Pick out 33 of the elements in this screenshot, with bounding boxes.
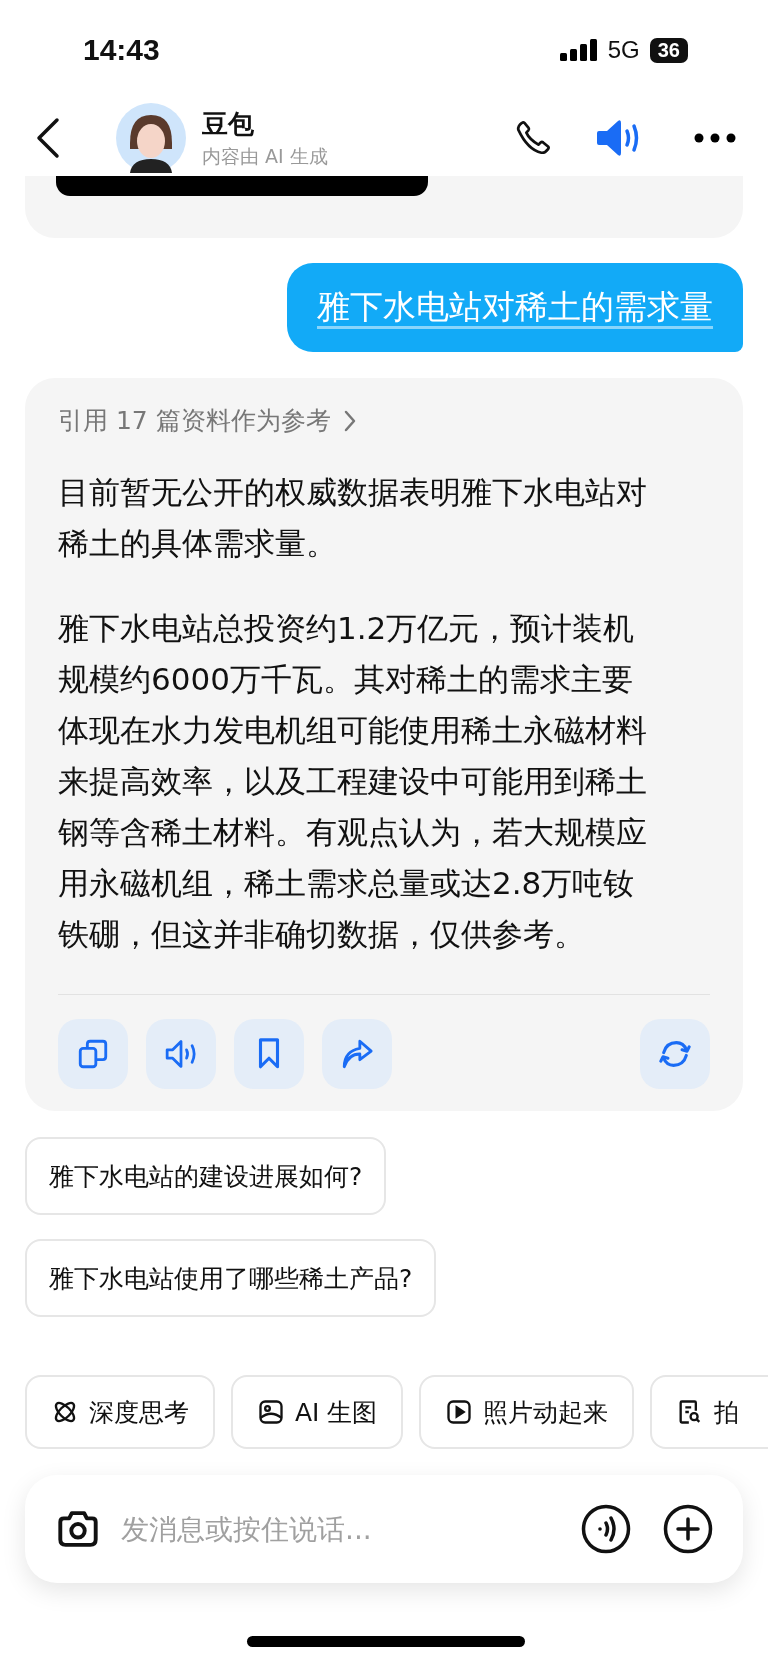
copy-button[interactable] [58, 1019, 128, 1089]
answer-paragraph: 雅下水电站总投资约1.2万亿元，预计装机规模约6000万千瓦。其对稀土的需求主要体现在水力发电机组可能使用稀土永磁材料来提高效率，以及工程建设中可能用到稀土钢等含稀土材料。有观点认为，若大规模应用永磁机组，稀土需求总量或达2.8万吨钕铁硼，但这并非确切数据，仅供参考。 [58, 609, 648, 954]
add-icon[interactable] [663, 1504, 713, 1554]
chat-title: 豆包 [202, 107, 255, 141]
battery-indicator: 36 [649, 37, 688, 63]
chat-subtitle: 内容由 AI 生成 [202, 143, 329, 169]
copy-icon [76, 1037, 110, 1071]
voice-icon[interactable] [581, 1504, 631, 1554]
message-field[interactable]: 发消息或按住说话... [119, 1511, 563, 1547]
status-time: 14:43 [83, 33, 160, 67]
chevron-right-icon [342, 408, 357, 433]
suggestion-chip[interactable]: 雅下水电站使用了哪些稀土产品? [25, 1239, 437, 1317]
phone-icon[interactable] [514, 119, 552, 157]
user-message: 雅下水电站对稀土的需求量 [287, 263, 743, 352]
camera-icon[interactable] [55, 1509, 101, 1549]
signal-icon [559, 39, 598, 61]
back-icon[interactable] [36, 117, 60, 159]
feature-chip[interactable]: 深度思考 [25, 1375, 215, 1449]
image-icon [257, 1398, 285, 1426]
feature-chip[interactable]: 拍 [650, 1375, 768, 1449]
play-icon [445, 1398, 474, 1426]
feature-chip[interactable]: AI 生图 [231, 1375, 404, 1449]
avatar[interactable] [116, 103, 186, 173]
bookmark-button[interactable] [234, 1019, 304, 1089]
references-link[interactable]: 引用 17 篇资料作为参考 [58, 404, 357, 437]
share-button[interactable] [322, 1019, 392, 1089]
network-label: 5G [607, 36, 640, 64]
feature-chip[interactable]: 照片动起来 [419, 1375, 635, 1449]
read-aloud-button[interactable] [146, 1019, 216, 1089]
more-icon[interactable] [694, 133, 736, 143]
answer-paragraph: 目前暂无公开的权威数据表明雅下水电站对稀土的具体需求量。 [58, 473, 648, 563]
regenerate-button[interactable] [640, 1019, 710, 1089]
suggestion-chip[interactable]: 雅下水电站的建设进展如何? [25, 1137, 387, 1215]
